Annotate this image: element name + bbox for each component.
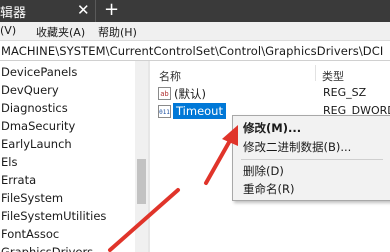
tree-item[interactable]: FileSystemUtilities — [1, 207, 106, 225]
column-header-type[interactable]: 类型 — [322, 68, 344, 84]
tree-item[interactable]: DevQuery — [1, 81, 59, 99]
menu-item-delete[interactable]: 删除(D) — [233, 162, 389, 181]
value-name: (默认) — [174, 87, 206, 101]
window-title: 辑器 — [0, 6, 27, 21]
tab-divider — [95, 0, 96, 22]
tree-item[interactable]: Diagnostics — [1, 99, 68, 117]
tree-item[interactable]: FileSystem — [1, 189, 63, 207]
menu-item-label: 重命名(R) — [243, 182, 295, 196]
tree-item[interactable]: DmaSecurity — [1, 117, 75, 135]
tree-item[interactable]: GraphicsDrivers — [1, 243, 93, 252]
menu-bar: (V) 收藏夹(A) 帮助(H) — [0, 22, 390, 41]
new-tab-icon[interactable]: + — [104, 0, 119, 20]
menu-item-label: 修改(M)... — [243, 121, 302, 135]
context-menu: 修改(M)... 修改二进制数据(B)... 删除(D) 重命名(R) — [232, 115, 390, 201]
menu-item-label: 修改二进制数据(B)... — [243, 140, 352, 154]
column-header-name[interactable]: 名称 — [159, 68, 181, 84]
close-tab-icon[interactable]: ✕ — [77, 1, 90, 19]
menu-item-rename[interactable]: 重命名(R) — [233, 180, 389, 199]
menu-item-label: 删除(D) — [243, 164, 284, 178]
menu-item-modify-binary[interactable]: 修改二进制数据(B)... — [233, 138, 389, 157]
address-bar[interactable]: MACHINE\SYSTEM\CurrentControlSet\Control… — [0, 41, 390, 61]
menu-help[interactable]: 帮助(H) — [98, 24, 137, 40]
tree-item[interactable]: Errata — [1, 171, 36, 189]
tree-item[interactable]: Els — [1, 153, 17, 171]
address-path: MACHINE\SYSTEM\CurrentControlSet\Control… — [1, 44, 384, 58]
binary-value-icon: 011 — [158, 105, 171, 118]
value-type: REG_SZ — [323, 86, 367, 99]
string-value-icon: ab — [158, 87, 171, 100]
tree-item[interactable]: DevicePanels — [1, 63, 77, 81]
menu-item-modify[interactable]: 修改(M)... — [233, 119, 389, 138]
key-tree: DevicePanels DevQuery Diagnostics DmaSec… — [0, 61, 133, 252]
tree-item[interactable]: FontAssoc — [1, 225, 59, 243]
menu-separator — [241, 159, 383, 160]
title-bar: 辑器 ✕ + — [0, 0, 390, 22]
column-separator[interactable] — [315, 65, 316, 81]
scrollbar-thumb[interactable] — [137, 159, 146, 204]
menu-view[interactable]: (V) — [0, 24, 16, 37]
tree-item[interactable]: EarlyLaunch — [1, 135, 72, 153]
menu-favorites[interactable]: 收藏夹(A) — [36, 24, 85, 40]
tree-scrollbar[interactable] — [135, 61, 148, 252]
value-name: Timeout — [173, 103, 226, 119]
value-row[interactable]: ab (默认) REG_SZ — [156, 85, 390, 102]
